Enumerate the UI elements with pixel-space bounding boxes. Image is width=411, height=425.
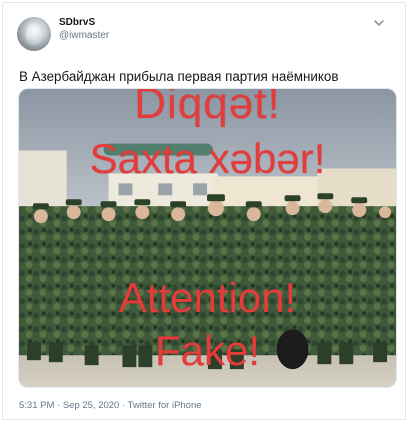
chevron-down-icon[interactable] <box>371 15 387 31</box>
tweet-timestamp[interactable]: 5:31 PM · Sep 25, 2020 · Twitter for iPh… <box>19 400 202 411</box>
overlay-fake-en: Fake! <box>154 327 261 374</box>
tweet-text: В Азербайджан прибыла первая партия наём… <box>19 69 339 84</box>
tweet-card: SDbrvS @iwmaster В Азербайджан прибыла п… <box>2 2 406 420</box>
author-handle[interactable]: @iwmaster <box>59 30 109 41</box>
tweet-photo[interactable]: Diqqət! Saxta xəbər! Attention! Fake! <box>18 88 397 388</box>
avatar[interactable] <box>17 17 51 51</box>
overlay-attention-en: Attention! <box>118 274 297 321</box>
overlay-warning-az: Diqqət! <box>134 88 281 128</box>
overlay-fake-news-az: Saxta xəbər! <box>89 135 326 182</box>
author-display-name[interactable]: SDbrvS <box>59 17 95 28</box>
